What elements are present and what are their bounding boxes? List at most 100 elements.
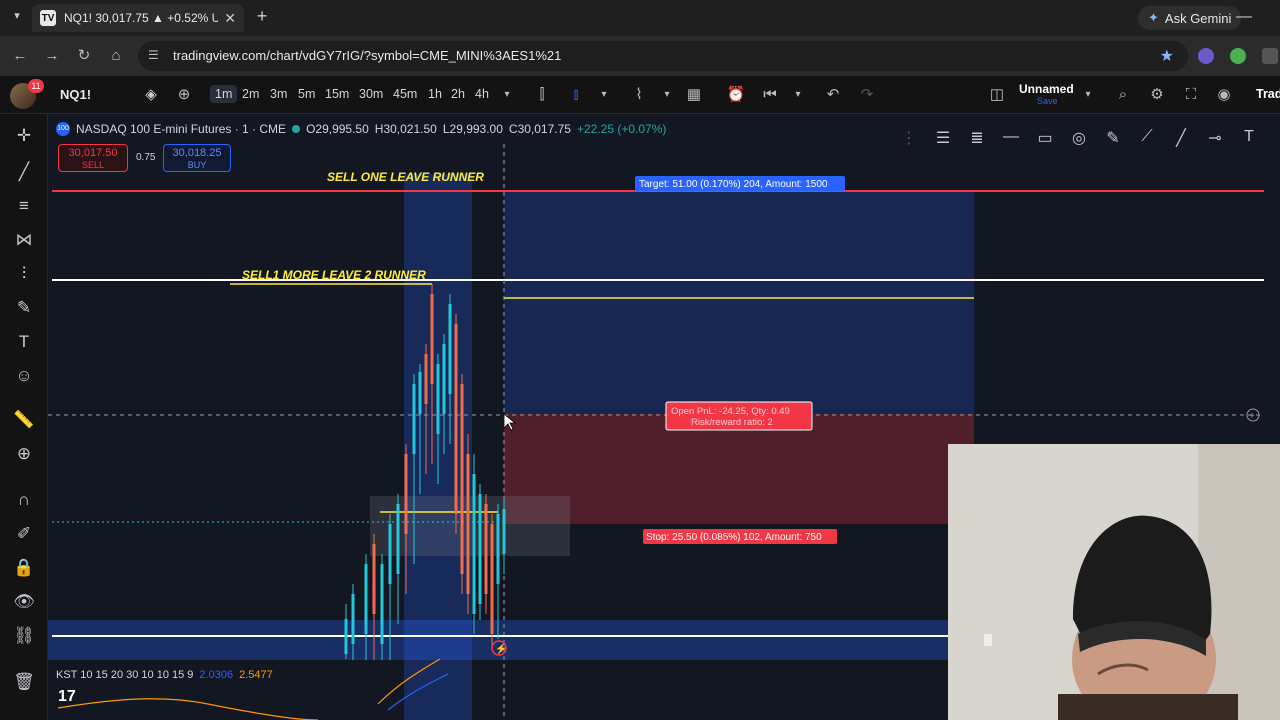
timeframe-2m[interactable]: 2m	[242, 87, 259, 101]
horizontal-ray-icon[interactable]: —	[1000, 128, 1022, 148]
range-box[interactable]	[370, 496, 570, 556]
magnet-icon[interactable]: ∩	[12, 488, 36, 512]
close-tab-icon[interactable]: ✕	[224, 10, 236, 27]
browser-tab-strip: ▾ TV NQ1! 30,017.75 ▲ +0.52% Unn ✕ + ✦ A…	[0, 0, 1280, 36]
annotation-sell-one[interactable]: SELL ONE LEAVE RUNNER	[327, 170, 484, 184]
alert-icon[interactable]: ⏰	[726, 85, 746, 105]
extensions-puzzle-icon[interactable]	[1262, 48, 1278, 64]
rectangle-icon[interactable]: ▭	[1034, 128, 1056, 148]
chart-type-dropdown-icon[interactable]: ▾	[594, 85, 614, 105]
timeframe-5m[interactable]: 5m	[298, 87, 315, 101]
chart-legend[interactable]: 100 NASDAQ 100 E-mini Futures · 1 · CME …	[56, 122, 666, 136]
timeframe-1h[interactable]: 1h	[428, 87, 442, 101]
timeframe-4h[interactable]: 4h	[475, 87, 489, 101]
camera-snapshot-icon[interactable]: ◉	[1214, 85, 1234, 105]
ray-icon[interactable]: ⊸	[1204, 128, 1226, 148]
bars-icon[interactable]: ⫿	[532, 85, 552, 105]
back-icon[interactable]: ←	[10, 46, 30, 66]
home-icon[interactable]: ⌂	[106, 46, 126, 66]
new-tab-icon[interactable]: +	[252, 6, 272, 26]
fib-channel-icon[interactable]: ☰	[932, 128, 954, 148]
layout-save-link[interactable]: Save	[1037, 96, 1058, 106]
trash-icon[interactable]: 🗑	[12, 670, 36, 694]
trade-button[interactable]: Trad	[1256, 87, 1280, 101]
tab-search-icon[interactable]: ▾	[8, 9, 26, 27]
url-input[interactable]: ☰ tradingview.com/chart/vdGY7rIG/?symbol…	[138, 41, 1188, 71]
drawing-toolbar: ✛ ╱ ≡ ⋈ ⫶ ✎ T ☺ 📏 ⊕ ∩ ✐ 🔒 👁 ⛓ 🗑	[0, 114, 48, 720]
compare-add-icon[interactable]: ⊕	[174, 85, 194, 105]
parallel-channel-icon[interactable]: ≣	[966, 128, 988, 148]
circle-target-icon[interactable]: ◎	[1068, 128, 1090, 148]
layout-grid-icon[interactable]: ▦	[684, 85, 704, 105]
ruler-icon[interactable]: 📏	[12, 408, 36, 432]
webcam-person-image	[948, 444, 1280, 720]
extension-icon[interactable]	[1198, 48, 1214, 64]
target-label: Target: 51.00 (0.170%) 204, Amount: 1500	[639, 179, 828, 190]
path-icon[interactable]: ⟋	[1136, 128, 1158, 148]
candle-body	[418, 372, 422, 414]
emoji-icon[interactable]: ☺	[12, 364, 36, 388]
indicator-legend[interactable]: KST 10 15 20 30 10 10 15 9 2.0306 2.5477	[56, 669, 273, 681]
drawing-favorites-bar: ⋮ ☰ ≣ — ▭ ◎ ✎ ⟋ ╱ ⊸ T	[898, 128, 1260, 148]
replay-icon[interactable]: ⏮	[760, 85, 780, 105]
text-tool-icon[interactable]: T	[12, 330, 36, 354]
pattern-icon[interactable]: ⋈	[12, 228, 36, 252]
settings-gear-icon[interactable]: ⚙	[1147, 85, 1167, 105]
timeframe-1m[interactable]: 1m	[210, 85, 238, 103]
ask-gemini-button[interactable]: ✦ Ask Gemini	[1138, 6, 1242, 30]
pencil-line-icon[interactable]: ✎	[1102, 128, 1124, 148]
bookmark-star-icon[interactable]: ★	[1160, 46, 1174, 66]
buy-button[interactable]: 30,018.25 BUY	[163, 144, 231, 172]
extension-icon[interactable]	[1230, 48, 1246, 64]
browser-tab[interactable]: TV NQ1! 30,017.75 ▲ +0.52% Unn ✕	[32, 4, 244, 32]
zoom-in-icon[interactable]: ⊕	[12, 442, 36, 466]
quick-search-icon[interactable]: ⌕	[1113, 85, 1133, 105]
line-icon[interactable]: ╱	[1170, 128, 1192, 148]
site-info-icon[interactable]: ☰	[148, 48, 159, 62]
redo-icon[interactable]: ↷	[857, 85, 877, 105]
trend-line-icon[interactable]: ╱	[12, 160, 36, 184]
visibility-eye-icon[interactable]: 👁	[12, 590, 36, 614]
symbol-search[interactable]: NQ1!	[60, 87, 91, 102]
candle-body	[472, 474, 476, 614]
crosshair-icon[interactable]: ✛	[12, 124, 36, 148]
text-icon[interactable]: T	[1238, 128, 1260, 148]
profit-zone[interactable]	[504, 190, 974, 414]
link-icon[interactable]: ⛓	[12, 624, 36, 648]
fib-retracement-icon[interactable]: ≡	[12, 194, 36, 218]
undo-icon[interactable]: ↶	[823, 85, 843, 105]
indicators-dropdown-icon[interactable]: ▾	[657, 85, 677, 105]
pnl-label-line1: Open PnL: -24.25, Qty: 0.49	[671, 406, 790, 417]
candle-body	[396, 504, 400, 574]
favorite-icon[interactable]: ◈	[141, 85, 161, 105]
layout-name[interactable]: Unnamed	[1019, 83, 1074, 95]
fullscreen-icon[interactable]: ⛶	[1181, 85, 1201, 105]
annotation-sell-more[interactable]: SELL1 MORE LEAVE 2 RUNNER	[242, 268, 426, 282]
timeframe-30m[interactable]: 30m	[359, 87, 383, 101]
brush-icon[interactable]: ✎	[12, 296, 36, 320]
timeframe-45m[interactable]: 45m	[393, 87, 417, 101]
stop-label: Stop: 25.50 (0.085%) 102, Amount: 750	[646, 532, 822, 543]
candles-icon[interactable]: ⫾	[566, 85, 586, 105]
indicator-value-1: 2.0306	[199, 669, 234, 681]
indicators-icon[interactable]: ⌇	[629, 85, 649, 105]
price-axis[interactable]	[1264, 114, 1280, 444]
timeframe-15m[interactable]: 15m	[325, 87, 349, 101]
lock-icon[interactable]: 🔒	[12, 556, 36, 580]
timeframe-2h[interactable]: 2h	[451, 87, 465, 101]
forecast-icon[interactable]: ⫶	[12, 262, 36, 286]
drawing-mode-icon[interactable]: ✐	[12, 522, 36, 546]
candle-body	[484, 504, 488, 594]
layout-panel-icon[interactable]: ◫	[987, 85, 1007, 105]
sell-button[interactable]: 30,017.50 SELL	[58, 144, 128, 172]
replay-dropdown-icon[interactable]: ▾	[788, 85, 808, 105]
minimize-icon[interactable]: —	[1236, 8, 1252, 26]
candle-body	[430, 294, 434, 384]
drag-handle-icon[interactable]: ⋮	[898, 128, 920, 148]
timeframe-dropdown-icon[interactable]: ▾	[497, 85, 517, 105]
timeframe-3m[interactable]: 3m	[270, 87, 287, 101]
candle-body	[424, 354, 428, 404]
layout-dropdown-icon[interactable]: ▾	[1078, 85, 1098, 105]
reload-icon[interactable]: ↻	[74, 46, 94, 66]
forward-icon[interactable]: →	[42, 46, 62, 66]
